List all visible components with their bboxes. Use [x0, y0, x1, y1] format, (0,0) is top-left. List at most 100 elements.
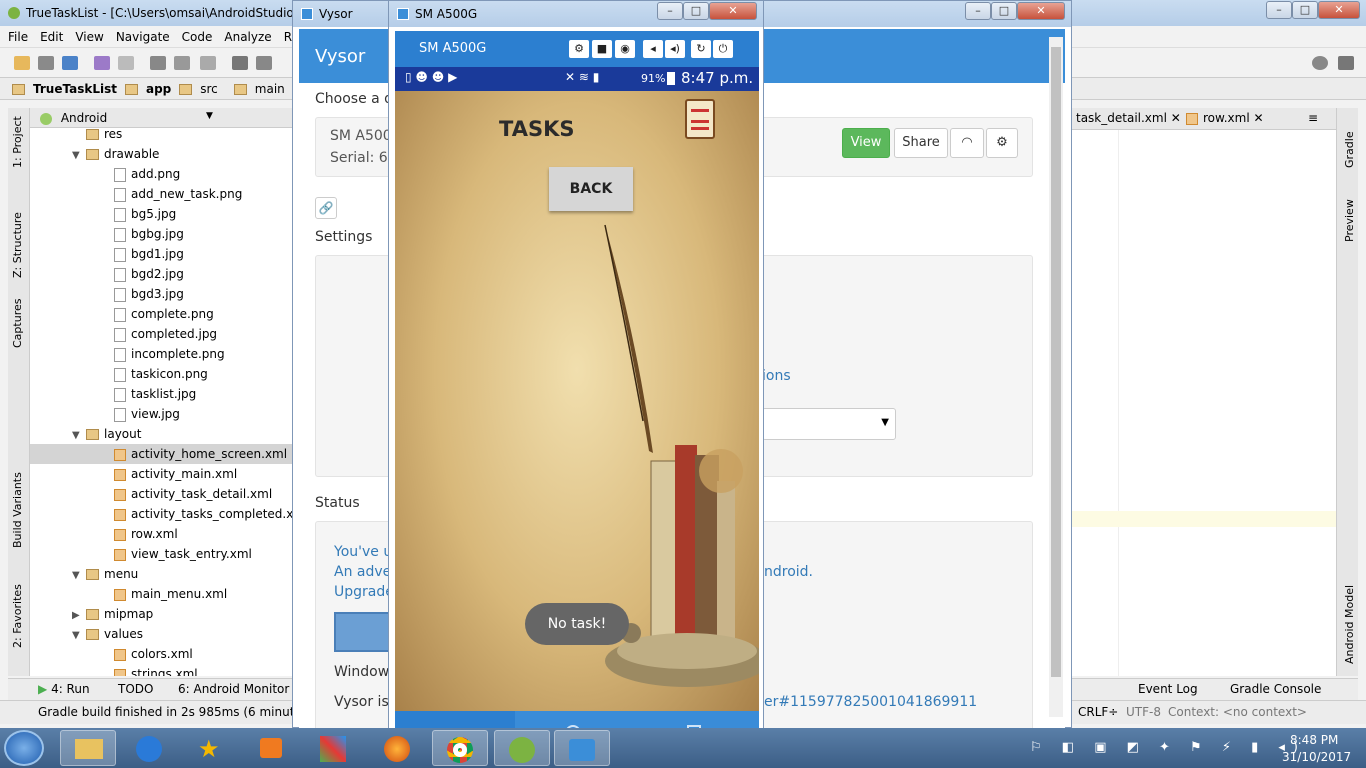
chevron-down-icon[interactable]: ▼ [72, 566, 86, 586]
ide-close-button[interactable]: ✕ [1318, 1, 1360, 19]
vysor-close-button[interactable]: ✕ [1017, 2, 1065, 20]
vysor-scrollbar[interactable] [1049, 37, 1063, 717]
ide-minimize-button[interactable]: – [1266, 1, 1292, 19]
menu-navigate[interactable]: Navigate [116, 30, 170, 44]
tab-project[interactable]: 1: Project [11, 116, 24, 168]
chrome-taskbar-icon[interactable] [432, 730, 488, 766]
tools-taskbar-icon[interactable] [306, 730, 362, 766]
settings-button[interactable]: ⚙ [986, 128, 1018, 158]
breadcrumb-src[interactable]: src [179, 82, 226, 96]
app-star-taskbar-icon[interactable]: ★ [184, 730, 240, 766]
group-link[interactable]: er#115977825001041869911 [764, 694, 977, 710]
vysor-minimize-button[interactable]: – [965, 2, 991, 20]
share-button[interactable]: Share [894, 128, 948, 158]
tab-structure[interactable]: Z: Structure [11, 212, 24, 278]
tree-file[interactable]: bgd3.jpg [30, 284, 292, 304]
replace-icon[interactable] [256, 56, 272, 70]
android-monitor-tool[interactable]: 6: Android Monitor [178, 682, 289, 696]
vysor-maximize-button[interactable]: □ [991, 2, 1017, 20]
project-view-selector[interactable]: Android ▼ [30, 108, 292, 128]
ie-taskbar-icon[interactable] [122, 730, 178, 766]
tab-gradle[interactable]: Gradle [1343, 131, 1356, 168]
chevron-right-icon[interactable]: ▶ [72, 606, 86, 626]
tree-file[interactable]: incomplete.png [30, 344, 292, 364]
settings-link-tail[interactable]: ions [762, 368, 791, 384]
tree-file[interactable]: complete.png [30, 304, 292, 324]
vysor-taskbar-icon[interactable] [554, 730, 610, 766]
settings-select[interactable]: ▼ [762, 408, 896, 440]
ad-banner[interactable] [334, 612, 394, 652]
link-button[interactable]: 🔗 [315, 197, 337, 219]
tree-file[interactable]: bgbg.jpg [30, 224, 292, 244]
breadcrumb-main[interactable]: main [233, 82, 293, 96]
tree-file[interactable]: activity_home_screen.xml [30, 444, 292, 464]
tree-file[interactable]: activity_main.xml [30, 464, 292, 484]
tab-captures[interactable]: Captures [11, 299, 24, 348]
tree-folder[interactable]: ▼ values [30, 624, 292, 644]
chevron-down-icon[interactable]: ▼ [72, 146, 86, 166]
editor-tab-task-detail[interactable]: task_detail.xml ✕ [1076, 111, 1181, 125]
tree-file[interactable]: row.xml [30, 524, 292, 544]
tree-file[interactable]: activity_tasks_completed.xml [30, 504, 292, 524]
todo-tool[interactable]: TODO [118, 682, 153, 696]
tab-favorites[interactable]: 2: Favorites [11, 584, 24, 648]
paste-icon[interactable] [200, 56, 216, 70]
run-tool[interactable]: ▶ 4: Run [38, 682, 90, 696]
tree-file[interactable]: view_task_entry.xml [30, 544, 292, 564]
tree-folder[interactable]: ▼ layout [30, 424, 292, 444]
tree-file[interactable]: strings.xml [30, 664, 292, 676]
clipboard-icon[interactable] [685, 99, 715, 139]
tree-file[interactable]: taskicon.png [30, 364, 292, 384]
chevron-down-icon[interactable]: ▼ [72, 626, 86, 646]
record-icon[interactable]: ■ [592, 40, 612, 58]
tab-android-model[interactable]: Android Model [1343, 585, 1356, 664]
tree-file[interactable]: bgd2.jpg [30, 264, 292, 284]
gradle-console-tool[interactable]: Gradle Console [1230, 682, 1321, 696]
explorer-taskbar-icon[interactable] [60, 730, 116, 766]
sdk-manager-icon[interactable] [1338, 56, 1354, 70]
tree-file[interactable]: completed.jpg [30, 324, 292, 344]
tree-file[interactable]: colors.xml [30, 644, 292, 664]
breadcrumb-app[interactable]: app [124, 82, 171, 96]
tab-list-icon[interactable]: ≡ [1308, 111, 1318, 125]
wifi-button[interactable]: ◠ [950, 128, 984, 158]
upgrade-link[interactable]: Upgrade [334, 584, 394, 600]
tree-file[interactable]: add.png [30, 164, 292, 184]
tab-preview[interactable]: Preview [1343, 199, 1356, 242]
tree-folder[interactable]: res [30, 128, 292, 144]
tree-file[interactable]: add_new_task.png [30, 184, 292, 204]
breadcrumb-project[interactable]: TrueTaskList [12, 82, 117, 96]
back-button[interactable]: BACK [549, 167, 633, 211]
search-everywhere-icon[interactable] [1312, 56, 1328, 70]
tree-file[interactable]: main_menu.xml [30, 584, 292, 604]
sync-icon[interactable] [62, 56, 78, 70]
scrollbar-thumb[interactable] [1051, 47, 1061, 677]
tree-folder[interactable]: ▼ drawable [30, 144, 292, 164]
android-studio-taskbar-icon[interactable] [494, 730, 550, 766]
view-button[interactable]: View [842, 128, 890, 158]
menu-edit[interactable]: Edit [40, 30, 63, 44]
taskbar-clock[interactable]: 8:48 PM [1290, 733, 1338, 747]
open-folder-icon[interactable] [14, 56, 30, 70]
system-tray-icons[interactable]: ⚐ ◧ ▣ ◩ ✦ ⚑ ⚡ ▮ ◂) [1030, 740, 1306, 755]
menu-view[interactable]: View [75, 30, 103, 44]
tab-build-variants[interactable]: Build Variants [11, 472, 24, 548]
firefox-taskbar-icon[interactable] [370, 730, 426, 766]
ide-maximize-button[interactable]: □ [1292, 1, 1318, 19]
camera-icon[interactable]: ◉ [615, 40, 635, 58]
taskbar-date[interactable]: 31/10/2017 [1282, 750, 1351, 764]
phone-close-button[interactable]: ✕ [709, 2, 757, 20]
tree-file[interactable]: tasklist.jpg [30, 384, 292, 404]
copy-icon[interactable] [174, 56, 190, 70]
power-icon[interactable]: ⏻ [713, 40, 733, 58]
menu-file[interactable]: File [8, 30, 28, 44]
tree-file[interactable]: bg5.jpg [30, 204, 292, 224]
tree-file[interactable]: view.jpg [30, 404, 292, 424]
settings-icon[interactable]: ⚙ [569, 40, 589, 58]
encoding[interactable]: UTF-8 [1126, 705, 1161, 719]
menu-code[interactable]: Code [182, 30, 213, 44]
tree-folder[interactable]: ▼ menu [30, 564, 292, 584]
undo-icon[interactable] [94, 56, 110, 70]
save-icon[interactable] [38, 56, 54, 70]
tree-file[interactable]: activity_task_detail.xml [30, 484, 292, 504]
